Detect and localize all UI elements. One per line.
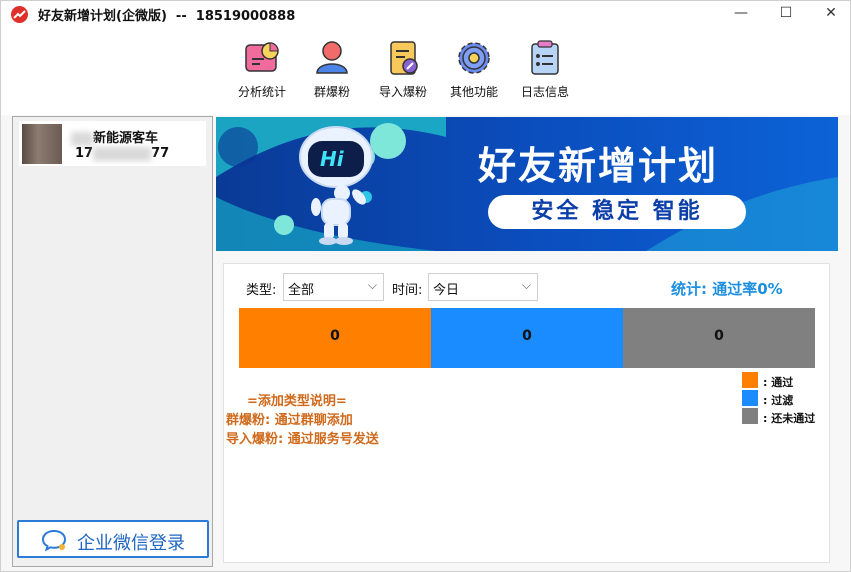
time-select[interactable]: 今日 ⌵ xyxy=(428,273,538,301)
toolbar-import-button[interactable]: 导入爆粉 xyxy=(368,39,438,100)
banner-title: 好友新增计划 xyxy=(478,144,719,188)
account-name-text: 新能源客车 xyxy=(93,131,159,146)
user-icon xyxy=(316,41,348,74)
account-name: 新能源客车 xyxy=(71,127,158,146)
robot-greeting: Hi xyxy=(320,147,344,171)
redacted-mask xyxy=(93,146,152,161)
wecom-login-button[interactable]: 企业微信登录 xyxy=(17,520,209,558)
pending-count: 0 xyxy=(714,328,724,344)
notes-header: =添加类型说明= xyxy=(247,394,347,409)
account-phone-text: 77 xyxy=(151,146,170,161)
time-label: 时间: xyxy=(392,283,423,298)
chevron-down-icon: ⌵ xyxy=(521,278,531,292)
legend-swatch xyxy=(742,390,758,406)
app-window: 好友新增计划(企微版) -- 18519000888 — ☐ ✕ 分析统计 群爆… xyxy=(0,0,851,572)
toolbar-log-label: 日志信息 xyxy=(520,85,569,99)
type-label: 类型: xyxy=(246,283,277,298)
toolbar-group-fans-label: 群爆粉 xyxy=(313,85,350,99)
close-button[interactable]: ✕ xyxy=(809,1,851,27)
filtered-block: 0 xyxy=(431,308,623,368)
window-title: 好友新增计划(企微版) -- 18519000888 xyxy=(38,9,296,24)
type-select[interactable]: 全部 ⌵ xyxy=(283,273,384,301)
chart-icon xyxy=(245,42,279,72)
legend-swatch xyxy=(742,372,758,388)
toolbar-import-label: 导入爆粉 xyxy=(378,85,427,99)
gear-icon xyxy=(458,42,490,74)
stats-panel: 类型: 全部 ⌵ 时间: 今日 ⌵ 统计: 通过率0% 0 0 0 : 通过 :… xyxy=(223,263,830,563)
notes-line-import: 导入爆粉: 通过服务号发送 xyxy=(226,432,379,447)
import-icon xyxy=(390,41,418,75)
account-phone: 17 77 xyxy=(75,146,170,161)
title-bar: 好友新增计划(企微版) -- 18519000888 — ☐ ✕ xyxy=(1,1,850,27)
toolbar-other-label: 其他功能 xyxy=(449,85,498,99)
toolbar: 分析统计 群爆粉 导入爆粉 其他功能 日志信息 xyxy=(1,27,850,115)
minimize-button[interactable]: — xyxy=(719,1,763,27)
time-select-value: 今日 xyxy=(433,283,460,298)
passed-count: 0 xyxy=(330,328,340,344)
legend-swatch xyxy=(742,408,758,424)
type-select-value: 全部 xyxy=(288,283,315,298)
toolbar-analysis-button[interactable]: 分析统计 xyxy=(227,39,297,100)
pass-rate-text: 统计: 通过率0% xyxy=(671,280,783,298)
avatar xyxy=(22,124,62,164)
banner-subtitle: 安全 稳定 智能 xyxy=(531,199,703,224)
banner: Hi 好友新增计划 安全 稳定 智能 xyxy=(216,117,838,251)
toolbar-group-fans-button[interactable]: 群爆粉 xyxy=(297,39,367,100)
redacted-mask xyxy=(71,131,93,146)
toolbar-log-button[interactable]: 日志信息 xyxy=(510,39,580,100)
log-icon xyxy=(531,40,559,75)
notes-line-group: 群爆粉: 通过群聊添加 xyxy=(226,413,353,428)
toolbar-analysis-label: 分析统计 xyxy=(237,85,286,99)
wecom-chat-icon xyxy=(41,529,67,552)
legend-label: : 还未通过 xyxy=(763,412,816,425)
account-list-item[interactable]: 新能源客车 17 77 xyxy=(19,121,206,166)
pending-block: 0 xyxy=(623,308,815,368)
legend-label: : 过滤 xyxy=(763,394,794,407)
banner-subtitle-pill: 安全 稳定 智能 xyxy=(488,195,746,229)
chevron-down-icon: ⌵ xyxy=(367,278,377,292)
filtered-count: 0 xyxy=(522,328,532,344)
toolbar-other-button[interactable]: 其他功能 xyxy=(439,39,509,100)
app-logo-icon xyxy=(11,6,28,23)
maximize-button[interactable]: ☐ xyxy=(764,1,808,27)
legend-label: : 通过 xyxy=(763,376,794,389)
passed-block: 0 xyxy=(239,308,431,368)
wecom-login-label: 企业微信登录 xyxy=(77,533,185,554)
account-list-panel: 新能源客车 17 77 企业微信登录 xyxy=(12,116,213,567)
